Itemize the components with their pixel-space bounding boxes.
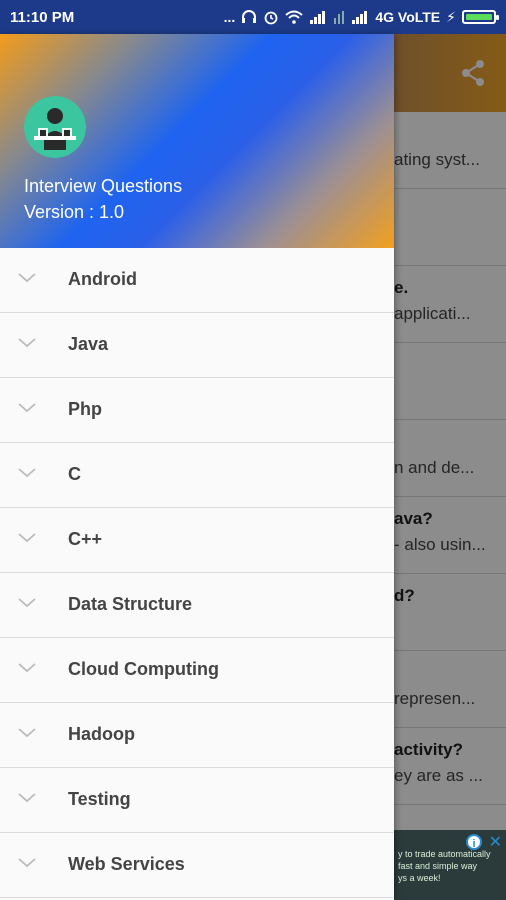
drawer-header: Interview Questions Version : 1.0 [0,34,394,248]
menu-item-android[interactable]: Android [0,248,394,313]
ad-text: y to trade automatically fast and simple… [398,849,491,883]
status-time: 11:10 PM [10,8,75,26]
signal-icon [310,11,326,24]
network-type: 4G VoLTE [375,9,441,25]
headphones-icon [242,10,257,23]
menu-item-data-structure[interactable]: Data Structure [0,573,394,638]
menu-item-label: C++ [68,529,103,549]
info-icon[interactable]: i [466,834,482,850]
menu-item-cpp[interactable]: C++ [0,508,394,573]
menu-item-label: Android [68,269,137,289]
chevron-down-icon [18,338,36,348]
app-version: Version : 1.0 [24,202,125,222]
menu-item-hadoop[interactable]: Hadoop [0,703,394,768]
app-name: Interview Questions [24,176,183,196]
charging-icon: ⚡ [446,9,456,25]
chevron-down-icon [18,858,36,868]
chevron-down-icon [18,403,36,413]
ad-banner[interactable]: y to trade automatically fast and simple… [394,830,506,900]
wifi-icon [285,10,303,24]
menu-item-c[interactable]: C [0,443,394,508]
menu-item-testing[interactable]: Testing [0,768,394,833]
menu-item-cloud-computing[interactable]: Cloud Computing [0,638,394,703]
chevron-down-icon [18,533,36,543]
chevron-down-icon [18,273,36,283]
chevron-down-icon [18,598,36,608]
menu-item-label: Php [68,399,102,419]
navigation-drawer: Interview Questions Version : 1.0 Androi… [0,34,394,900]
drawer-menu: Android Java Php C C++ Data Structure Cl… [0,248,394,898]
chevron-down-icon [18,663,36,673]
signal-icon [352,11,368,24]
menu-item-label: Cloud Computing [68,659,219,679]
alarm-icon [264,11,278,25]
close-icon[interactable]: ✕ [489,832,502,852]
menu-item-label: Data Structure [68,594,193,614]
chevron-down-icon [18,468,36,478]
status-bar: 11:10 PM ... 4G VoLTE ⚡ [0,0,506,34]
menu-item-label: Testing [68,789,131,809]
menu-item-label: Web Services [68,854,185,874]
signal-icon [334,11,345,24]
chevron-down-icon [18,728,36,738]
menu-item-web-services[interactable]: Web Services [0,833,394,898]
menu-item-java[interactable]: Java [0,313,394,378]
chevron-down-icon [18,793,36,803]
menu-item-label: C [68,464,81,484]
notification-dots: ... [223,9,236,25]
app-logo [24,96,86,158]
status-icons: ... 4G VoLTE ⚡ [223,9,499,25]
menu-item-php[interactable]: Php [0,378,394,443]
menu-item-label: Java [68,334,109,354]
menu-item-label: Hadoop [68,724,135,744]
battery-icon [462,10,499,24]
